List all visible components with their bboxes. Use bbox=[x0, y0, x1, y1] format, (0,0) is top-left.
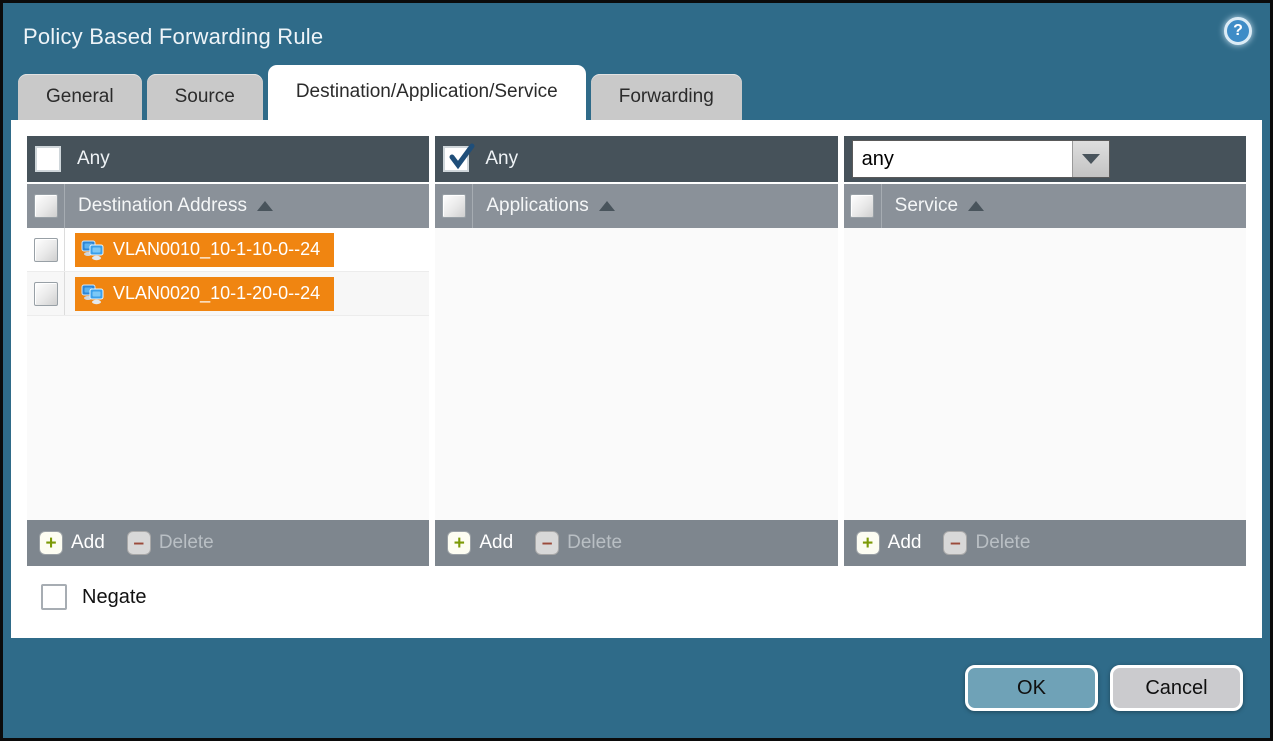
negate-row: Negate bbox=[41, 584, 1246, 610]
dialog-title: Policy Based Forwarding Rule bbox=[23, 24, 323, 50]
dialog-footer: OK Cancel bbox=[3, 638, 1270, 738]
add-button[interactable]: + Add bbox=[856, 531, 922, 555]
service-any-bar: any bbox=[844, 136, 1246, 182]
destination-list: VLAN0010_10-1-10-0--24 bbox=[27, 228, 429, 520]
service-column: any Service + Add bbox=[844, 136, 1246, 566]
row-checkbox[interactable] bbox=[34, 238, 58, 262]
sort-ascending-icon[interactable] bbox=[968, 201, 984, 211]
tab-bar: General Source Destination/Application/S… bbox=[3, 65, 1270, 120]
tab-content: Any Destination Address bbox=[11, 120, 1262, 638]
delete-button[interactable]: – Delete bbox=[943, 531, 1030, 555]
sort-ascending-icon[interactable] bbox=[257, 201, 273, 211]
applications-any-checkbox[interactable] bbox=[443, 146, 469, 172]
dialog-titlebar: Policy Based Forwarding Rule ? bbox=[3, 3, 1270, 65]
destination-address-column: Any Destination Address bbox=[27, 136, 429, 566]
cancel-button[interactable]: Cancel bbox=[1110, 665, 1243, 711]
policy-based-forwarding-dialog: Policy Based Forwarding Rule ? General S… bbox=[0, 0, 1273, 741]
applications-column: Any Applications + Add – bbox=[435, 136, 837, 566]
table-row: VLAN0020_10-1-20-0--24 bbox=[27, 272, 429, 316]
ok-button[interactable]: OK bbox=[965, 665, 1098, 711]
chevron-down-icon bbox=[1082, 154, 1100, 164]
row-checkbox[interactable] bbox=[34, 282, 58, 306]
service-select-all-checkbox[interactable] bbox=[850, 194, 874, 218]
service-header-label[interactable]: Service bbox=[895, 195, 958, 217]
address-object-label: VLAN0020_10-1-20-0--24 bbox=[113, 283, 320, 304]
plus-icon: + bbox=[39, 531, 63, 555]
table-row: VLAN0010_10-1-10-0--24 bbox=[27, 228, 429, 272]
add-button[interactable]: + Add bbox=[39, 531, 105, 555]
service-list bbox=[844, 228, 1246, 520]
destination-any-bar: Any bbox=[27, 136, 429, 182]
sort-ascending-icon[interactable] bbox=[599, 201, 615, 211]
destination-select-all-checkbox[interactable] bbox=[34, 194, 58, 218]
network-address-icon bbox=[80, 237, 106, 263]
tab-general[interactable]: General bbox=[18, 74, 142, 120]
destination-any-label: Any bbox=[77, 148, 110, 170]
negate-label: Negate bbox=[82, 586, 147, 609]
destination-toolbar: + Add – Delete bbox=[27, 520, 429, 566]
applications-header-label[interactable]: Applications bbox=[486, 195, 588, 217]
address-object-chip[interactable]: VLAN0010_10-1-10-0--24 bbox=[75, 233, 334, 267]
plus-icon: + bbox=[856, 531, 880, 555]
applications-any-bar: Any bbox=[435, 136, 837, 182]
applications-select-all-checkbox[interactable] bbox=[442, 194, 466, 218]
network-address-icon bbox=[80, 281, 106, 307]
delete-button[interactable]: – Delete bbox=[127, 531, 214, 555]
dropdown-button[interactable] bbox=[1072, 141, 1109, 177]
tab-destination-application-service[interactable]: Destination/Application/Service bbox=[268, 65, 586, 120]
minus-icon: – bbox=[943, 531, 967, 555]
three-column-layout: Any Destination Address bbox=[27, 136, 1246, 566]
applications-any-label: Any bbox=[485, 148, 518, 170]
destination-column-header: Destination Address bbox=[27, 182, 429, 228]
address-object-chip[interactable]: VLAN0020_10-1-20-0--24 bbox=[75, 277, 334, 311]
add-button[interactable]: + Add bbox=[447, 531, 513, 555]
service-dropdown-value: any bbox=[853, 141, 1072, 177]
minus-icon: – bbox=[127, 531, 151, 555]
service-toolbar: + Add – Delete bbox=[844, 520, 1246, 566]
destination-any-checkbox[interactable] bbox=[35, 146, 61, 172]
tab-source[interactable]: Source bbox=[147, 74, 263, 120]
plus-icon: + bbox=[447, 531, 471, 555]
help-icon[interactable]: ? bbox=[1224, 17, 1252, 45]
minus-icon: – bbox=[535, 531, 559, 555]
tab-forwarding[interactable]: Forwarding bbox=[591, 74, 742, 120]
delete-button[interactable]: – Delete bbox=[535, 531, 622, 555]
service-column-header: Service bbox=[844, 182, 1246, 228]
service-dropdown[interactable]: any bbox=[852, 140, 1110, 178]
applications-list bbox=[435, 228, 837, 520]
destination-header-label[interactable]: Destination Address bbox=[78, 195, 247, 217]
applications-toolbar: + Add – Delete bbox=[435, 520, 837, 566]
address-object-label: VLAN0010_10-1-10-0--24 bbox=[113, 239, 320, 260]
applications-column-header: Applications bbox=[435, 182, 837, 228]
negate-checkbox[interactable] bbox=[41, 584, 67, 610]
